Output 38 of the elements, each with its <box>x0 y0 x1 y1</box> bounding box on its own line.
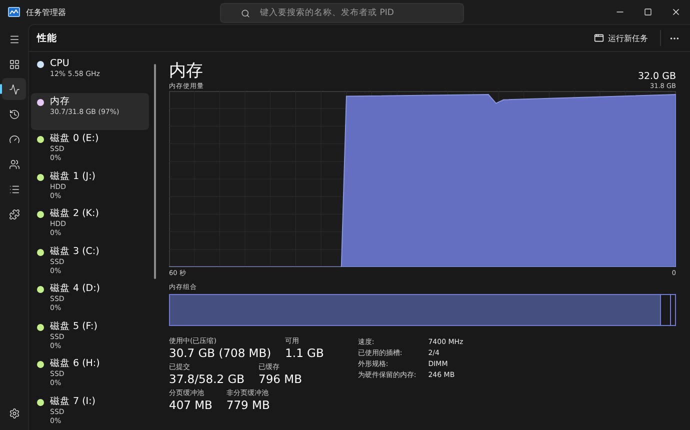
stat-value: 407 MB <box>169 398 212 412</box>
scrollbar-thumb[interactable] <box>154 64 156 279</box>
settings-icon <box>8 408 20 418</box>
window-title: 任务管理器 <box>26 6 67 18</box>
device-name: 磁盘 3 (C:) <box>50 246 100 258</box>
total-memory: 32.0 GB <box>638 71 676 82</box>
app-logo-icon <box>8 7 20 17</box>
close-icon <box>671 7 681 17</box>
pulse-icon <box>8 84 20 94</box>
device-name: 内存 <box>50 96 71 108</box>
gauge-icon <box>8 134 20 144</box>
stat-value: 1.1 GB <box>285 346 324 360</box>
device-name: 磁盘 0 (E:) <box>50 133 99 145</box>
device-name: 磁盘 4 (D:) <box>50 283 100 295</box>
users-icon <box>8 158 20 170</box>
puzzle-icon <box>8 208 20 220</box>
window-icon <box>594 33 604 43</box>
stat-value: 779 MB <box>226 398 270 412</box>
detail-title: 内存 <box>169 60 203 82</box>
device-name: 磁盘 7 (I:) <box>50 396 96 408</box>
stat-value: 37.8/58.2 GB <box>169 372 245 386</box>
page-title: 性能 <box>37 32 57 44</box>
device-name: CPU <box>50 58 70 70</box>
search-field[interactable]: 键入要搜索的名称、发布者或 PID <box>220 3 464 23</box>
grid-icon <box>8 58 20 70</box>
menu-icon <box>8 34 20 44</box>
pulse-nav-button[interactable] <box>2 78 26 100</box>
history-icon <box>8 108 20 120</box>
search-icon <box>241 8 250 18</box>
device-name: 磁盘 5 (F:) <box>50 320 98 332</box>
stat-value: 30.7 GB (708 MB) <box>169 346 272 360</box>
device-name: 磁盘 2 (K:) <box>50 208 99 220</box>
device-name: 磁盘 6 (H:) <box>50 358 100 370</box>
stat-value: 796 MB <box>258 372 302 386</box>
search-input[interactable]: 键入要搜索的名称、发布者或 PID <box>258 7 463 19</box>
device-name: 磁盘 1 (J:) <box>50 170 96 182</box>
run-new-task-button[interactable]: 运行新任务 <box>590 30 652 46</box>
maximize-icon <box>644 8 652 16</box>
